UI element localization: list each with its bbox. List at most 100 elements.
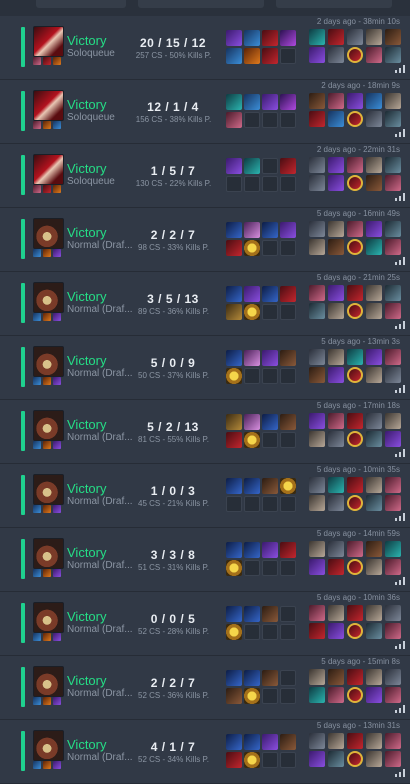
katarina-portrait-icon[interactable] xyxy=(33,154,64,185)
match-row[interactable]: Victory Normal (Draf... 5 / 2 / 13 81 CS - … xyxy=(0,400,410,464)
player-champion-icon[interactable] xyxy=(309,303,325,319)
stats-bars-icon[interactable] xyxy=(395,257,405,265)
player-champion-icon[interactable] xyxy=(366,751,382,767)
aurelion-portrait-icon[interactable] xyxy=(33,282,64,313)
item-icon[interactable] xyxy=(262,286,278,302)
player-champion-icon[interactable] xyxy=(328,303,344,319)
player-champion-icon[interactable] xyxy=(347,605,363,621)
item-icon[interactable] xyxy=(262,94,278,110)
player-champion-icon[interactable] xyxy=(309,431,325,447)
player-champion-icon[interactable] xyxy=(366,47,382,63)
item-icon[interactable] xyxy=(280,542,296,558)
player-champion-icon[interactable] xyxy=(328,221,344,237)
item-icon[interactable] xyxy=(226,240,242,256)
player-champion-icon[interactable] xyxy=(366,221,382,237)
player-champion-icon[interactable] xyxy=(309,349,325,365)
player-champion-icon[interactable] xyxy=(385,285,401,301)
player-champion-icon[interactable] xyxy=(385,605,401,621)
item-icon[interactable] xyxy=(244,752,260,768)
item-icon[interactable] xyxy=(262,48,278,64)
item-icon[interactable] xyxy=(226,478,242,494)
player-champion-icon[interactable] xyxy=(385,495,401,511)
match-row[interactable]: Victory Soloqueue 12 / 1 / 4 156 CS - 38% K… xyxy=(0,80,410,144)
player-champion-icon[interactable] xyxy=(366,285,382,301)
item-icon[interactable] xyxy=(244,414,260,430)
stats-bars-icon[interactable] xyxy=(395,641,405,649)
stats-bars-icon[interactable] xyxy=(395,193,405,201)
player-champion-icon[interactable] xyxy=(309,559,325,575)
player-champion-icon[interactable] xyxy=(347,669,363,685)
player-champion-icon[interactable] xyxy=(328,29,344,45)
item-icon[interactable] xyxy=(226,432,242,448)
player-champion-icon[interactable] xyxy=(385,477,401,493)
player-champion-icon[interactable] xyxy=(328,495,344,511)
aurelion-portrait-icon[interactable] xyxy=(33,538,64,569)
player-champion-icon[interactable] xyxy=(385,367,401,383)
player-champion-icon[interactable] xyxy=(347,541,363,557)
player-champion-icon[interactable] xyxy=(385,431,401,447)
player-champion-icon[interactable] xyxy=(385,239,401,255)
player-champion-icon[interactable] xyxy=(309,605,325,621)
katarina-portrait-icon[interactable] xyxy=(33,26,64,57)
item-icon[interactable] xyxy=(226,94,242,110)
item-icon[interactable] xyxy=(226,670,242,686)
stats-bars-icon[interactable] xyxy=(395,129,405,137)
match-row[interactable]: Victory Normal (Draf... 3 / 5 / 13 89 CS - … xyxy=(0,272,410,336)
item-icon[interactable] xyxy=(226,304,242,320)
item-icon[interactable] xyxy=(244,478,260,494)
item-icon[interactable] xyxy=(244,30,260,46)
player-champion-icon[interactable] xyxy=(347,285,363,301)
player-champion-icon[interactable] xyxy=(328,669,344,685)
aurelion-portrait-icon[interactable] xyxy=(33,218,64,249)
player-champion-icon[interactable] xyxy=(309,29,325,45)
player-champion-icon[interactable] xyxy=(366,605,382,621)
player-champion-icon[interactable] xyxy=(366,93,382,109)
self-player-icon[interactable] xyxy=(347,623,363,639)
aurelion-portrait-icon[interactable] xyxy=(33,666,64,697)
item-icon[interactable] xyxy=(244,670,260,686)
player-champion-icon[interactable] xyxy=(366,541,382,557)
player-champion-icon[interactable] xyxy=(385,29,401,45)
item-icon[interactable] xyxy=(262,414,278,430)
self-player-icon[interactable] xyxy=(347,47,363,63)
player-champion-icon[interactable] xyxy=(385,413,401,429)
item-icon[interactable] xyxy=(244,286,260,302)
player-champion-icon[interactable] xyxy=(347,29,363,45)
item-icon[interactable] xyxy=(280,30,296,46)
item-icon[interactable] xyxy=(244,158,260,174)
player-champion-icon[interactable] xyxy=(366,477,382,493)
player-champion-icon[interactable] xyxy=(309,111,325,127)
player-champion-icon[interactable] xyxy=(366,303,382,319)
player-champion-icon[interactable] xyxy=(309,157,325,173)
match-row[interactable]: Victory Normal (Draf... 0 / 0 / 5 52 CS - 2… xyxy=(0,592,410,656)
item-icon[interactable] xyxy=(262,222,278,238)
stats-bars-icon[interactable] xyxy=(395,321,405,329)
self-player-icon[interactable] xyxy=(347,175,363,191)
match-row[interactable]: Victory Normal (Draf... 2 / 2 / 7 98 CS - 3… xyxy=(0,208,410,272)
player-champion-icon[interactable] xyxy=(328,111,344,127)
aurelion-portrait-icon[interactable] xyxy=(33,346,64,377)
player-champion-icon[interactable] xyxy=(366,29,382,45)
player-champion-icon[interactable] xyxy=(309,239,325,255)
player-champion-icon[interactable] xyxy=(309,623,325,639)
player-champion-icon[interactable] xyxy=(385,541,401,557)
aurelion-portrait-icon[interactable] xyxy=(33,602,64,633)
player-champion-icon[interactable] xyxy=(385,175,401,191)
stats-bars-icon[interactable] xyxy=(395,513,405,521)
player-champion-icon[interactable] xyxy=(366,175,382,191)
player-champion-icon[interactable] xyxy=(366,431,382,447)
item-icon[interactable] xyxy=(226,606,242,622)
item-icon[interactable] xyxy=(244,222,260,238)
item-icon[interactable] xyxy=(280,734,296,750)
player-champion-icon[interactable] xyxy=(309,733,325,749)
self-player-icon[interactable] xyxy=(347,431,363,447)
self-player-icon[interactable] xyxy=(347,495,363,511)
item-icon[interactable] xyxy=(262,542,278,558)
item-icon[interactable] xyxy=(280,350,296,366)
item-icon[interactable] xyxy=(226,560,242,576)
player-champion-icon[interactable] xyxy=(309,47,325,63)
player-champion-icon[interactable] xyxy=(347,733,363,749)
player-champion-icon[interactable] xyxy=(385,623,401,639)
player-champion-icon[interactable] xyxy=(309,687,325,703)
self-player-icon[interactable] xyxy=(347,751,363,767)
